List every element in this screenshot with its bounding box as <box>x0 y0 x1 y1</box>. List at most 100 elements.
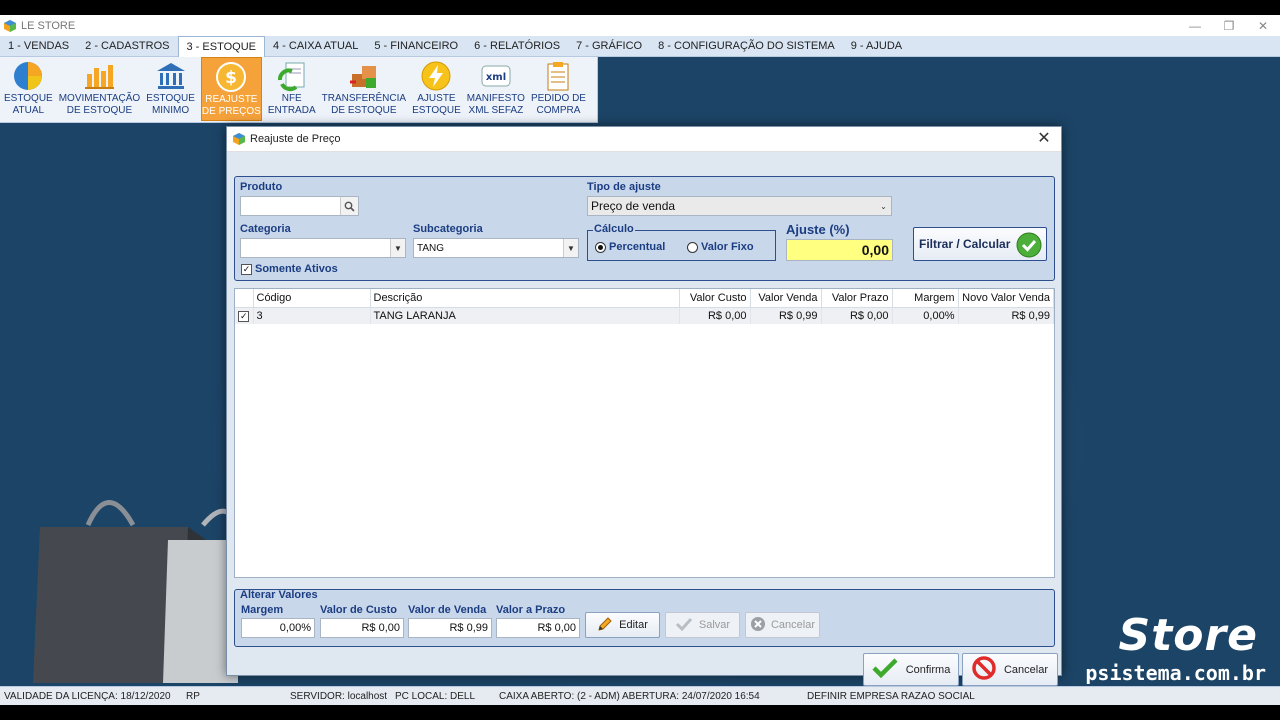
salvar-label: Salvar <box>698 619 731 631</box>
status-pc: PC LOCAL: DELL <box>395 690 476 702</box>
cancelar-label: Cancelar <box>1003 663 1049 676</box>
window-title: LE STORE <box>21 19 76 32</box>
ribbon-button-label: MOVIMENTAÇÃO DE ESTOQUE <box>58 93 141 116</box>
cell-descricao: TANG LARANJA <box>370 307 680 324</box>
margem-label: Margem <box>241 604 284 616</box>
radio-percentual[interactable]: Percentual <box>595 241 665 253</box>
radio-valor-fixo[interactable]: Valor Fixo <box>687 241 754 253</box>
ribbon-button-9[interactable]: PEDIDO DE COMPRA <box>531 57 586 121</box>
produtos-grid[interactable]: Código Descrição Valor Custo Valor Venda… <box>234 288 1055 578</box>
status-licenca: VALIDADE DA LICENÇA: 18/12/2020 <box>4 690 171 702</box>
table-row[interactable]: ✓ 3 TANG LARANJA R$ 0,00 R$ 0,99 R$ 0,00… <box>235 307 1054 324</box>
chevron-down-icon[interactable]: ▼ <box>390 239 405 257</box>
ribbon-toolbar: ESTOQUE ATUAL MOVIMENTAÇÃO DE ESTOQUE ESTO… <box>0 57 598 123</box>
grid-header-venda[interactable]: Valor Venda <box>750 289 822 308</box>
venda-input[interactable]: R$ 0,99 <box>408 618 492 638</box>
grid-header-descricao[interactable]: Descrição <box>370 289 680 308</box>
boxes-icon <box>348 60 380 92</box>
svg-text:$: $ <box>225 68 237 88</box>
menu-item-2[interactable]: 2 - CADASTROS <box>77 36 177 57</box>
confirma-button[interactable]: Confirma <box>863 653 959 686</box>
dialog-title-bar: Reajuste de Preço <box>227 127 1061 152</box>
main-menu: 1 - VENDAS 2 - CADASTROS 3 - ESTOQUE 4 - CA… <box>0 36 1280 58</box>
cancelar-edit-button[interactable]: Cancelar <box>745 612 820 638</box>
row-checkbox[interactable]: ✓ <box>235 307 254 324</box>
prazo-value: R$ 0,00 <box>537 622 576 634</box>
ribbon-button-3[interactable]: ESTOQUE MINIMO <box>146 57 195 121</box>
grid-header-novo[interactable]: Novo Valor Venda <box>958 289 1054 308</box>
prazo-label: Valor a Prazo <box>496 604 566 616</box>
cell-venda: R$ 0,99 <box>750 307 822 324</box>
ribbon-button-7[interactable]: AJUSTE ESTOQUE <box>412 57 461 121</box>
grid-header-codigo[interactable]: Código <box>253 289 371 308</box>
status-empresa: DEFINIR EMPRESA RAZAO SOCIAL <box>807 690 975 702</box>
radio-empty-icon[interactable] <box>687 241 698 253</box>
grid-header-custo[interactable]: Valor Custo <box>679 289 751 308</box>
alterar-valores-panel: Alterar Valores Margem 0,00% Valor de Cu… <box>234 589 1055 647</box>
checkbox-checked-icon[interactable]: ✓ <box>241 263 252 275</box>
margem-value: 0,00% <box>279 622 311 634</box>
dollar-coin-icon: $ <box>215 61 247 93</box>
margem-input[interactable]: 0,00% <box>241 618 315 638</box>
ajuste-input[interactable]: 0,00 <box>786 239 893 261</box>
grid-header-prazo[interactable]: Valor Prazo <box>821 289 893 308</box>
ribbon-button-5[interactable]: NFE ENTRADA <box>268 57 316 121</box>
prohibited-icon <box>972 656 996 683</box>
bank-icon <box>155 60 187 92</box>
cancelar-button[interactable]: Cancelar <box>962 653 1058 686</box>
ribbon-button-8[interactable]: xml MANIFESTO XML SEFAZ <box>467 57 525 121</box>
confirma-label: Confirma <box>905 663 951 676</box>
status-bar: VALIDADE DA LICENÇA: 18/12/2020 RP SERVI… <box>0 686 1280 705</box>
produto-label: Produto <box>240 181 283 193</box>
custo-input[interactable]: R$ 0,00 <box>320 618 404 638</box>
calculo-label: Cálculo <box>593 223 635 235</box>
svg-text:xml: xml <box>486 72 506 83</box>
ribbon-button-2[interactable]: MOVIMENTAÇÃO DE ESTOQUE <box>59 57 140 121</box>
shopping-bags-illustration <box>33 500 238 683</box>
salvar-button[interactable]: Salvar <box>665 612 740 638</box>
custo-value: R$ 0,00 <box>361 622 400 634</box>
dialog-body: Produto Tipo de ajuste Preço de venda ⌄ … <box>227 152 1061 686</box>
dialog-close-icon[interactable]: ✕ <box>1035 130 1053 148</box>
search-icon[interactable] <box>340 197 358 215</box>
grid-header-margem[interactable]: Margem <box>892 289 959 308</box>
menu-item-5[interactable]: 5 - FINANCEIRO <box>366 36 466 57</box>
menu-item-6[interactable]: 6 - RELATÓRIOS <box>466 36 568 57</box>
ribbon-button-6[interactable]: TRANSFERÊNCIA DE ESTOQUE <box>322 57 406 121</box>
editar-label: Editar <box>619 619 648 631</box>
minimize-button[interactable]: — <box>1178 15 1212 36</box>
check-icon <box>872 658 898 681</box>
restore-button[interactable]: ❐ <box>1212 15 1246 36</box>
editar-button[interactable]: Editar <box>585 612 660 638</box>
cell-prazo: R$ 0,00 <box>821 307 893 324</box>
ribbon-button-label: PEDIDO DE COMPRA <box>530 93 586 116</box>
menu-item-3[interactable]: 3 - ESTOQUE <box>177 36 265 58</box>
chevron-down-icon[interactable]: ▼ <box>563 239 578 257</box>
ribbon-button-4[interactable]: $ REAJUSTE DE PREÇOS <box>200 57 262 121</box>
ribbon-button-label: MANIFESTO XML SEFAZ <box>466 93 525 116</box>
checkbox-checked-icon[interactable]: ✓ <box>238 310 250 322</box>
menu-item-7[interactable]: 7 - GRÁFICO <box>568 36 650 57</box>
ajuste-value: 0,00 <box>861 242 889 258</box>
produto-input[interactable] <box>240 196 359 216</box>
menu-item-1[interactable]: 1 - VENDAS <box>0 36 77 57</box>
filtrar-calcular-button[interactable]: Filtrar / Calcular <box>913 227 1047 261</box>
ribbon-button-1[interactable]: ESTOQUE ATUAL <box>4 57 53 121</box>
radio-selected-icon[interactable] <box>595 241 606 253</box>
categoria-select[interactable]: ▼ <box>240 238 406 258</box>
pie-chart-icon <box>12 60 44 92</box>
tipo-ajuste-select[interactable]: Preço de venda ⌄ <box>587 196 892 216</box>
menu-item-4[interactable]: 4 - CAIXA ATUAL <box>265 36 366 57</box>
menu-item-9[interactable]: 9 - AJUDA <box>843 36 910 57</box>
filter-panel: Produto Tipo de ajuste Preço de venda ⌄ … <box>234 176 1055 281</box>
somente-ativos-checkbox[interactable]: ✓ Somente Ativos <box>241 263 338 275</box>
prazo-input[interactable]: R$ 0,00 <box>496 618 580 638</box>
ribbon-button-label: ESTOQUE MINIMO <box>146 93 195 116</box>
custo-label: Valor de Custo <box>320 604 398 616</box>
menu-item-8[interactable]: 8 - CONFIGURAÇÃO DO SISTEMA <box>650 36 843 57</box>
check-icon <box>675 617 693 634</box>
subcategoria-select[interactable]: TANG ▼ <box>413 238 579 258</box>
tipo-ajuste-label: Tipo de ajuste <box>587 181 661 193</box>
close-window-button[interactable]: ✕ <box>1246 15 1280 36</box>
chevron-down-icon[interactable]: ⌄ <box>876 197 891 215</box>
